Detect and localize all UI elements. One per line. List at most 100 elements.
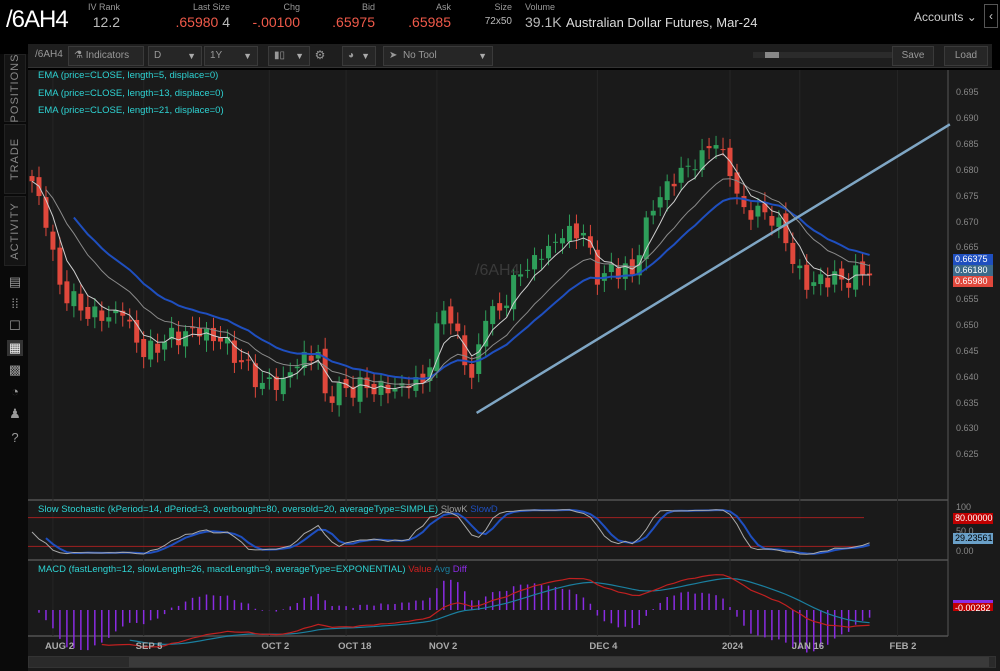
symbol-watermark: /6AH4 xyxy=(475,262,519,280)
symbol[interactable]: /6AH4 xyxy=(6,6,68,34)
period-select[interactable]: 1Y▼ xyxy=(204,46,258,66)
aggregation-select[interactable]: D▼ xyxy=(148,46,202,66)
candle-body xyxy=(721,149,726,150)
candle-body xyxy=(50,232,55,250)
volume-value: 39.1K xyxy=(525,14,562,30)
dropdown-arrow-icon: ▼ xyxy=(295,47,304,65)
date-axis-label: OCT 2 xyxy=(261,641,289,652)
scan-icon[interactable]: ⁞⁞ xyxy=(7,296,23,312)
chart-canvas[interactable] xyxy=(28,70,1000,671)
tab-activity[interactable]: ACTIVITY xyxy=(4,196,26,266)
candle-body xyxy=(43,197,48,228)
last-size-label: Last Size xyxy=(150,2,230,12)
community-icon[interactable]: ♟ xyxy=(7,406,23,422)
help-icon[interactable]: ? xyxy=(7,430,23,446)
candle-body xyxy=(804,265,809,290)
zoom-slider-handle[interactable] xyxy=(765,52,779,58)
candle-body xyxy=(99,310,104,320)
candle-body xyxy=(546,246,551,258)
drawing-tool-select[interactable]: ➤ No Tool▼ xyxy=(383,46,493,66)
candle-body xyxy=(846,283,851,288)
grid-icon[interactable]: ▩ xyxy=(7,362,23,378)
price-axis-label: 0.680 xyxy=(956,165,979,175)
candle-body xyxy=(141,339,146,357)
load-button[interactable]: Load xyxy=(944,46,988,66)
tools-icon[interactable]: ◔ xyxy=(7,384,23,400)
candle-body xyxy=(707,146,712,148)
tab-label: ACTIVITY xyxy=(9,202,21,260)
price-axis-label: 0.645 xyxy=(956,346,979,356)
candle-body xyxy=(358,377,363,402)
last-size-value: 4 xyxy=(222,14,230,30)
date-axis-label: OCT 18 xyxy=(338,641,371,652)
stoch-axis-0: 0.00 xyxy=(956,546,974,556)
dropdown-arrow-icon: ▼ xyxy=(478,47,487,65)
candle-body xyxy=(204,329,209,341)
charts-icon[interactable]: ▦ xyxy=(7,340,23,356)
tab-label: POSITIONS xyxy=(9,54,21,123)
price-axis-label: 0.675 xyxy=(956,191,979,201)
tool-value: No Tool xyxy=(403,50,437,61)
chart-type-select[interactable]: ▮▯ ▼ xyxy=(268,46,310,66)
macd-title: MACD (fastLength=12, slowLength=26, macd… xyxy=(38,564,406,575)
accounts-button[interactable]: Accounts ⌄ xyxy=(914,10,977,24)
ema13-label[interactable]: EMA (price=CLOSE, length=13, displace=0) xyxy=(38,88,224,99)
ema21-price-tag: 0.66375 xyxy=(953,254,993,265)
price-axis-label: 0.670 xyxy=(956,217,979,227)
save-button[interactable]: Save xyxy=(892,46,934,66)
candle-body xyxy=(560,238,565,243)
analyze-icon[interactable]: ☐ xyxy=(7,318,23,334)
candle-body xyxy=(239,360,244,362)
monitor-icon[interactable]: ▤ xyxy=(7,274,23,290)
candle-body xyxy=(658,197,663,207)
date-axis-label: AUG 2 xyxy=(45,641,74,652)
candle-body xyxy=(183,331,188,346)
tab-trade[interactable]: TRADE xyxy=(4,124,26,194)
candle-body xyxy=(92,306,97,317)
style-select[interactable]: ◕▼ xyxy=(342,46,376,66)
stochastic-label[interactable]: Slow Stochastic (kPeriod=14, dPeriod=3, … xyxy=(38,504,498,515)
candle-body xyxy=(853,265,858,289)
dropdown-arrow-icon: ▼ xyxy=(361,47,370,65)
chart-toolbar: /6AH4 ⚗ Indicators D▼ 1Y▼ ▮▯▼ ⚙ ◕▼ ➤ No … xyxy=(28,44,992,68)
candle-body xyxy=(134,320,139,343)
indicators-button[interactable]: ⚗ Indicators xyxy=(68,46,144,66)
candle-body xyxy=(295,367,300,369)
chart-symbol[interactable]: /6AH4 xyxy=(30,46,64,66)
macd-tag: -0.00282 xyxy=(953,600,993,611)
date-axis-label: 2024 xyxy=(722,641,743,652)
candle-body xyxy=(525,270,530,271)
candle-body xyxy=(337,383,342,405)
horizontal-scrollbar[interactable] xyxy=(28,656,996,668)
slowk-legend: SlowK xyxy=(441,504,468,515)
candle-body xyxy=(260,383,265,389)
ema5-label[interactable]: EMA (price=CLOSE, length=5, displace=0) xyxy=(38,70,218,81)
candle-body xyxy=(651,211,656,216)
date-axis-label: SEP 5 xyxy=(136,641,163,652)
chg-value: -.00100 xyxy=(250,14,300,30)
candle-body xyxy=(176,332,181,346)
candle-body xyxy=(441,311,446,325)
date-axis-label: FEB 2 xyxy=(890,641,917,652)
price-axis-label: 0.685 xyxy=(956,139,979,149)
ema21-label[interactable]: EMA (price=CLOSE, length=21, displace=0) xyxy=(38,105,224,116)
candle-body xyxy=(30,176,35,181)
slowk-tag: 29.23561 xyxy=(953,533,993,544)
candle-body xyxy=(246,360,251,361)
tab-positions[interactable]: POSITIONS xyxy=(4,54,26,122)
ask-value: .65985 xyxy=(406,14,451,30)
zoom-slider[interactable] xyxy=(753,52,903,58)
scrollbar-thumb[interactable] xyxy=(129,657,989,667)
slowk-line xyxy=(32,510,870,554)
flask-icon: ⚗ xyxy=(74,50,83,61)
period-value: 1Y xyxy=(210,50,222,61)
dropdown-arrow-icon: ▼ xyxy=(187,47,196,65)
candle-body xyxy=(57,248,62,285)
macd-label[interactable]: MACD (fastLength=12, slowLength=26, macd… xyxy=(38,564,467,575)
collapse-panel-button[interactable]: ‹ xyxy=(984,4,998,28)
gear-icon[interactable]: ⚙ xyxy=(312,46,328,66)
candle-body xyxy=(330,396,335,403)
chart-area[interactable]: /6AH4 EMA (price=CLOSE, length=5, displa… xyxy=(28,70,1000,671)
candlestick-icon: ▮▯ xyxy=(274,50,285,61)
price-axis-label: 0.640 xyxy=(956,372,979,382)
